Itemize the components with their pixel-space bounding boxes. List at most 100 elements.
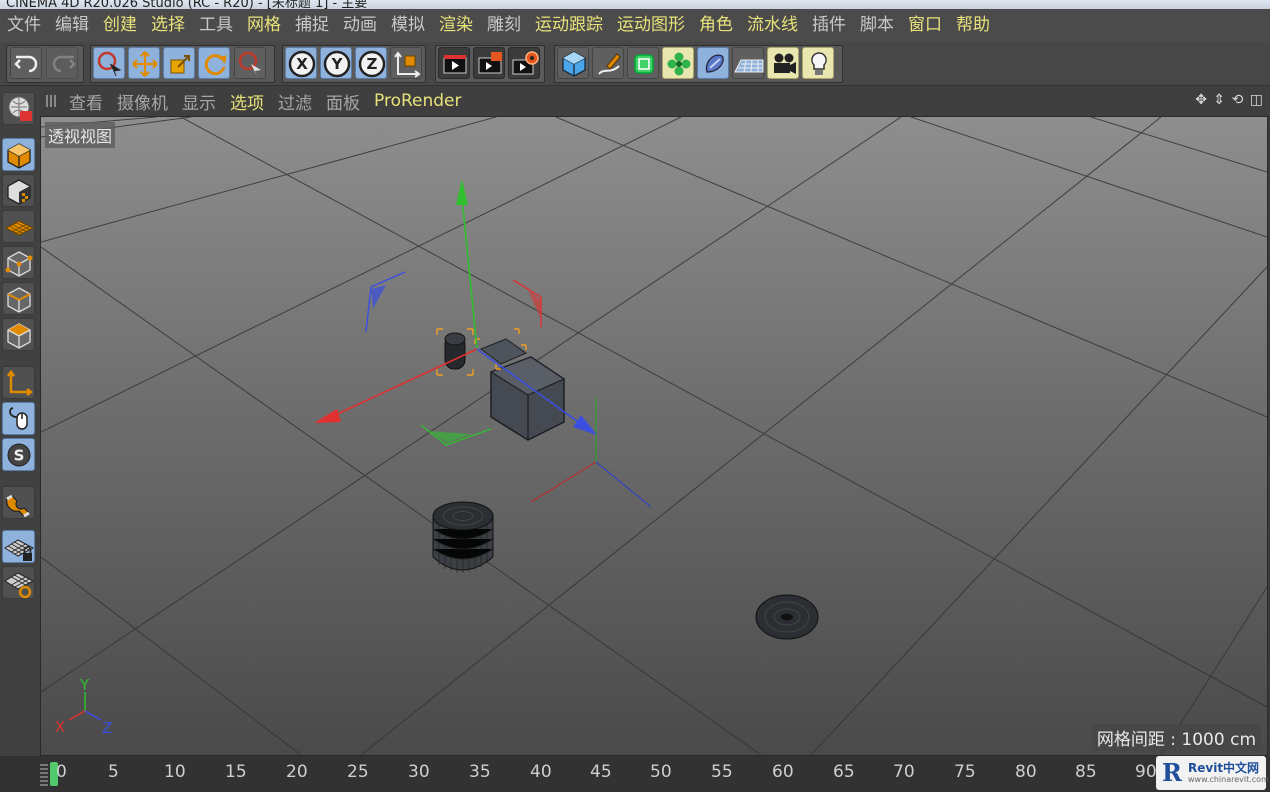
menu-motion-tracking[interactable]: 运动跟踪 bbox=[528, 9, 610, 42]
z-axis-lock-button[interactable]: Z bbox=[355, 47, 387, 79]
menu-render[interactable]: 渲染 bbox=[432, 9, 480, 42]
menu-select[interactable]: 选择 bbox=[144, 9, 192, 42]
timeline-tick: 65 bbox=[833, 762, 855, 782]
grid-spacing-readout: 网格间距 : 1000 cm bbox=[1091, 724, 1261, 751]
timeline-tick: 10 bbox=[164, 762, 186, 782]
timeline-tick: 40 bbox=[530, 762, 552, 782]
menu-window[interactable]: 窗口 bbox=[901, 9, 949, 42]
y-axis-lock-button[interactable]: Y bbox=[320, 47, 352, 79]
timeline-ruler[interactable]: 0 5 10 15 20 25 30 35 40 45 50 55 60 65 … bbox=[0, 756, 1270, 792]
watermark-text: Revit中文网 bbox=[1188, 761, 1260, 775]
menu-character[interactable]: 角色 bbox=[692, 9, 740, 42]
redo-icon[interactable] bbox=[46, 47, 78, 79]
menu-tools[interactable]: 工具 bbox=[192, 9, 240, 42]
subdivision-icon[interactable] bbox=[627, 47, 659, 79]
menu-help[interactable]: 帮助 bbox=[949, 9, 997, 42]
dolly-view-icon[interactable]: ⇕ bbox=[1213, 92, 1226, 108]
render-picture-viewer-icon[interactable] bbox=[473, 47, 505, 79]
orbit-view-icon[interactable]: ⟲ bbox=[1232, 92, 1245, 108]
workplane-mode-icon[interactable] bbox=[2, 210, 35, 243]
cloner-icon[interactable] bbox=[662, 47, 694, 79]
undo-redo-group bbox=[6, 45, 84, 83]
menu-simulate[interactable]: 模拟 bbox=[384, 9, 432, 42]
menu-bar: 文件 编辑 创建 选择 工具 网格 捕捉 动画 模拟 渲染 雕刻 运动跟踪 运动… bbox=[0, 9, 1270, 42]
timeline-tick: 35 bbox=[469, 762, 491, 782]
mode-make-editable-icon[interactable] bbox=[2, 92, 35, 125]
edges-mode-icon[interactable] bbox=[2, 282, 35, 315]
timeline-tick: 80 bbox=[1015, 762, 1037, 782]
pen-spline-icon[interactable] bbox=[592, 47, 624, 79]
axis-x-label: X bbox=[55, 718, 65, 736]
perspective-viewport[interactable]: Y X Z 透视视图 网格间距 : 1000 cm bbox=[40, 116, 1268, 756]
menu-script[interactable]: 脚本 bbox=[853, 9, 901, 42]
menu-plugins[interactable]: 插件 bbox=[805, 9, 853, 42]
watermark-url: www.chinarevit.com bbox=[1188, 775, 1269, 784]
model-mode-icon[interactable] bbox=[2, 138, 35, 171]
vp-menu-cameras[interactable]: 摄像机 bbox=[110, 89, 175, 114]
menu-snap[interactable]: 捕捉 bbox=[288, 9, 336, 42]
planar-workplane-icon[interactable] bbox=[2, 566, 35, 599]
vp-menu-filter[interactable]: 过滤 bbox=[271, 89, 319, 114]
vp-menu-panel[interactable]: 面板 bbox=[319, 89, 367, 114]
left-toolbar: S bbox=[0, 86, 40, 756]
timeline-tick: 5 bbox=[108, 762, 119, 782]
viewport-grip-handle[interactable] bbox=[46, 95, 56, 107]
pan-view-icon[interactable]: ✥ bbox=[1195, 92, 1208, 108]
timeline-tick: 50 bbox=[650, 762, 672, 782]
solo-mode-icon[interactable]: S bbox=[2, 438, 35, 471]
camera-icon[interactable] bbox=[767, 47, 799, 79]
timeline-tick: 15 bbox=[225, 762, 247, 782]
render-group bbox=[435, 45, 545, 83]
vp-menu-prorender[interactable]: ProRender bbox=[367, 91, 469, 111]
vp-menu-view[interactable]: 查看 bbox=[62, 89, 110, 114]
render-view-icon[interactable] bbox=[438, 47, 470, 79]
timeline-tick: 45 bbox=[590, 762, 612, 782]
timeline-tick: 75 bbox=[954, 762, 976, 782]
menu-edit[interactable]: 编辑 bbox=[48, 9, 96, 42]
scale-icon[interactable] bbox=[163, 47, 195, 79]
menu-file[interactable]: 文件 bbox=[0, 9, 48, 42]
enable-axis-icon[interactable] bbox=[2, 366, 35, 399]
tweak-mode-icon[interactable] bbox=[2, 402, 35, 435]
render-settings-icon[interactable] bbox=[508, 47, 540, 79]
timeline-tick: 55 bbox=[711, 762, 733, 782]
undo-icon[interactable] bbox=[10, 47, 42, 79]
texture-mode-icon[interactable] bbox=[2, 174, 35, 207]
toggle-view-icon[interactable]: ◫ bbox=[1250, 92, 1264, 108]
timeline-tick: 20 bbox=[286, 762, 308, 782]
locked-workplane-icon[interactable] bbox=[2, 530, 35, 563]
vp-menu-options[interactable]: 选项 bbox=[223, 89, 271, 114]
timeline-tick: 60 bbox=[772, 762, 794, 782]
rotate-icon[interactable] bbox=[198, 47, 230, 79]
site-watermark: R Revit中文网 www.chinarevit.com bbox=[1156, 756, 1269, 790]
timeline-tick: 0 bbox=[56, 762, 67, 782]
menu-mograph[interactable]: 运动图形 bbox=[610, 9, 692, 42]
menu-mesh[interactable]: 网格 bbox=[240, 9, 288, 42]
snap-magnet-icon[interactable] bbox=[2, 486, 35, 519]
menu-create[interactable]: 创建 bbox=[96, 9, 144, 42]
cube-icon[interactable] bbox=[557, 47, 589, 79]
menu-pipeline[interactable]: 流水线 bbox=[740, 9, 805, 42]
move-icon[interactable] bbox=[128, 47, 160, 79]
deformer-icon[interactable] bbox=[697, 47, 729, 79]
window-title: CINEMA 4D R20.026 Studio (RC - R20) - [未… bbox=[6, 0, 368, 9]
menu-animate[interactable]: 动画 bbox=[336, 9, 384, 42]
floor-icon[interactable] bbox=[732, 47, 764, 79]
transform-tools-group bbox=[90, 45, 275, 83]
timeline-grip-handle[interactable] bbox=[40, 762, 48, 786]
polygons-mode-icon[interactable] bbox=[2, 318, 35, 351]
viewport-menu-bar: 查看 摄像机 显示 选项 过滤 面板 ProRender ✥ ⇕ ⟲ ◫ bbox=[40, 86, 1270, 116]
cylinder-object[interactable] bbox=[432, 501, 494, 573]
points-mode-icon[interactable] bbox=[2, 246, 35, 279]
x-axis-lock-button[interactable]: X bbox=[285, 47, 317, 79]
light-icon[interactable] bbox=[802, 47, 834, 79]
live-selection-icon[interactable] bbox=[93, 47, 125, 79]
vp-menu-display[interactable]: 显示 bbox=[175, 89, 223, 114]
watermark-logo: R bbox=[1162, 758, 1182, 787]
svg-text:Z: Z bbox=[367, 55, 378, 73]
menu-sculpt[interactable]: 雕刻 bbox=[480, 9, 528, 42]
axis-z-label: Z bbox=[102, 719, 112, 737]
coordinate-system-icon[interactable] bbox=[390, 47, 422, 79]
recent-tool-icon[interactable] bbox=[234, 47, 266, 79]
disc-object[interactable] bbox=[755, 594, 819, 640]
